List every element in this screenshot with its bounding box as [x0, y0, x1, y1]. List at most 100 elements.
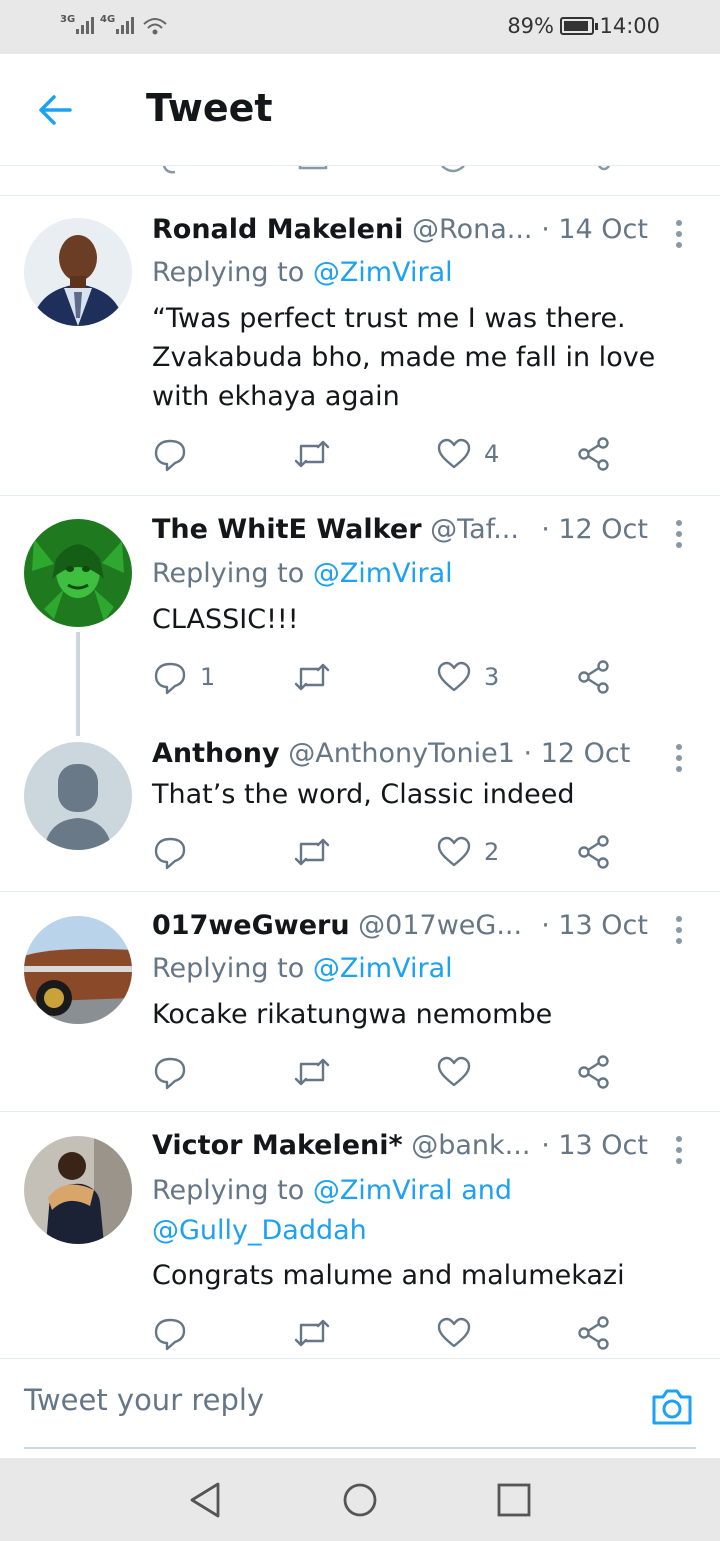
status-bar: 3G 4G 89% 14:00 — [0, 0, 720, 54]
retweet-icon — [294, 1058, 330, 1086]
share-button[interactable] — [576, 834, 612, 870]
more-vertical-icon[interactable] — [676, 220, 684, 253]
author-name[interactable]: 017weGweru — [152, 910, 350, 941]
retweet-button[interactable] — [292, 1315, 344, 1351]
more-vertical-icon[interactable] — [676, 916, 684, 949]
tweet-actions: 2 — [152, 834, 622, 874]
tweet-date: · 12 Oct — [541, 514, 648, 545]
author-handle[interactable]: @AnthonyTonie1 — [288, 738, 515, 769]
retweet-button[interactable] — [292, 1054, 344, 1090]
retweet-icon — [294, 838, 330, 866]
retweet-icon — [294, 663, 330, 691]
like-button[interactable] — [436, 1054, 484, 1090]
reply-button[interactable]: 1 — [152, 659, 215, 695]
more-vertical-icon[interactable] — [676, 744, 684, 777]
mention-link-2[interactable]: @Gully_Daddah — [152, 1215, 367, 1246]
reply-icon — [154, 1318, 186, 1351]
author-name[interactable]: Ronald Makeleni — [152, 214, 403, 245]
author-handle[interactable]: @017weG... — [358, 910, 522, 941]
reply-input-underline — [24, 1447, 696, 1449]
tweet-date: · 14 Oct — [541, 214, 648, 245]
mention-link[interactable]: @ZimViral — [313, 953, 453, 984]
author-handle[interactable]: @Rona... — [412, 214, 532, 245]
clock: 14:00 — [599, 14, 660, 38]
tweet-text: “Twas perfect trust me I was there. Zvak… — [152, 303, 656, 412]
share-button[interactable] — [576, 1315, 612, 1351]
author-handle[interactable]: @Taf... — [430, 514, 519, 545]
more-vertical-icon[interactable] — [676, 1136, 684, 1169]
share-icon — [578, 1055, 609, 1089]
wifi-icon — [143, 18, 167, 35]
heart-icon — [437, 836, 471, 867]
avatar[interactable] — [24, 916, 132, 1024]
retweet-icon — [294, 1319, 330, 1347]
thread-line — [76, 632, 80, 736]
author-name[interactable]: Victor Makeleni* — [152, 1130, 403, 1161]
reply-input[interactable]: Tweet your reply — [24, 1383, 624, 1417]
tweet-actions — [152, 1315, 622, 1355]
reply-icon — [154, 662, 186, 695]
author-name[interactable]: The WhitE Walker — [152, 514, 422, 545]
cell-signal-icon: 3G — [60, 14, 95, 34]
reply-button[interactable] — [152, 436, 200, 472]
heart-icon — [437, 438, 471, 469]
battery-percentage: 89% — [507, 14, 554, 38]
nav-recents-icon[interactable] — [494, 1480, 534, 1520]
replying-to: Replying to @ZimViral — [152, 953, 453, 984]
tweet-date: · 12 Oct — [523, 738, 631, 769]
more-vertical-icon[interactable] — [676, 520, 684, 553]
tweet-text: That’s the word, Classic indeed — [152, 779, 575, 810]
camera-icon[interactable] — [650, 1387, 694, 1427]
share-icon — [578, 1316, 609, 1350]
heart-icon — [437, 1056, 471, 1087]
heart-icon — [437, 661, 471, 692]
like-button[interactable]: 4 — [436, 436, 499, 472]
heart-icon — [437, 1317, 471, 1348]
tweet-date: · 13 Oct — [541, 910, 648, 941]
share-button[interactable] — [576, 436, 612, 472]
nav-home-icon[interactable] — [340, 1480, 380, 1520]
author-name[interactable]: Anthony — [152, 738, 280, 769]
mention-link[interactable]: @ZimViral — [313, 257, 453, 288]
tweet-text: CLASSIC!!! — [152, 604, 299, 635]
replying-to: Replying to @ZimViral and @Gully_Daddah — [152, 1175, 513, 1246]
share-icon — [578, 437, 609, 471]
avatar[interactable] — [24, 218, 132, 326]
tweet-date: · 13 Oct — [541, 1130, 648, 1161]
mention-link[interactable]: @ZimViral — [313, 1175, 453, 1206]
tweet-text: Congrats malume and malumekazi — [152, 1260, 625, 1291]
retweet-button[interactable] — [292, 834, 344, 870]
reply-button[interactable] — [152, 1315, 200, 1351]
retweet-button[interactable] — [292, 659, 344, 695]
tweet-actions — [152, 1054, 622, 1094]
mention-link[interactable]: @ZimViral — [313, 558, 453, 589]
reply-icon — [154, 837, 186, 870]
share-icon — [578, 660, 609, 694]
app-header: Tweet — [0, 54, 720, 166]
like-button[interactable]: 2 — [436, 834, 499, 870]
arrow-left-icon[interactable] — [36, 90, 76, 130]
retweet-icon — [294, 440, 330, 468]
author-handle[interactable]: @bank... — [411, 1130, 530, 1161]
reply-button[interactable] — [152, 834, 200, 870]
avatar[interactable] — [24, 1136, 132, 1244]
tweet-actions: 1 3 — [152, 659, 622, 699]
reply-icon — [154, 1057, 186, 1090]
avatar[interactable] — [24, 742, 132, 850]
reply-button[interactable] — [152, 1054, 200, 1090]
tweet-actions: 4 — [152, 436, 622, 476]
page-title: Tweet — [146, 86, 273, 130]
share-button[interactable] — [576, 1054, 612, 1090]
replying-to: Replying to @ZimViral — [152, 558, 453, 589]
previous-tweet-actions-clipped — [0, 166, 720, 196]
avatar[interactable] — [24, 519, 132, 627]
reply-icon — [154, 439, 186, 472]
retweet-button[interactable] — [292, 436, 344, 472]
like-button[interactable] — [436, 1315, 484, 1351]
like-button[interactable]: 3 — [436, 659, 499, 695]
tweet-text: Kocake rikatungwa nemombe — [152, 999, 553, 1030]
nav-back-icon[interactable] — [186, 1480, 226, 1520]
share-button[interactable] — [576, 659, 612, 695]
system-nav-bar — [0, 1458, 720, 1541]
replying-to: Replying to @ZimViral — [152, 257, 453, 288]
